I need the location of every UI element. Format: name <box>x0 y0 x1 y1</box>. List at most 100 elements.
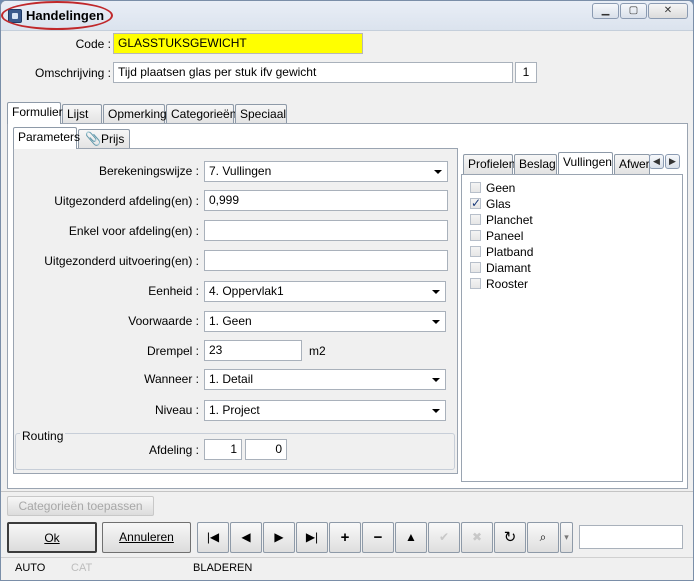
description-count: 1 <box>515 62 537 83</box>
add-icon[interactable]: + <box>329 522 361 553</box>
previous-record-icon[interactable]: ◀ <box>230 522 262 553</box>
voorwaarde-select[interactable]: 1. Geen <box>204 311 446 332</box>
tab-beslag[interactable]: Beslag <box>514 154 557 174</box>
chevron-down-icon <box>432 409 440 413</box>
up-icon[interactable]: ▲ <box>395 522 427 553</box>
chevron-down-icon <box>434 170 442 174</box>
wanneer-label: Wanneer : <box>144 372 199 386</box>
tab-formulier[interactable]: Formulier <box>7 102 63 124</box>
title-bar: Handelingen ▁ ▢ ✕ <box>1 1 693 31</box>
checkbox[interactable] <box>470 262 481 273</box>
categorieen-toepassen-button[interactable]: Categorieën toepassen <box>7 496 154 516</box>
drempel-unit: m2 <box>309 344 326 358</box>
tab-speciaal[interactable]: Speciaal <box>235 104 287 124</box>
tab-lijst[interactable]: Lijst <box>62 104 102 124</box>
berekeningswijze-value: 7. Vullingen <box>209 164 272 178</box>
enkel-afdeling-input[interactable] <box>204 220 448 241</box>
niveau-value: 1. Project <box>209 403 260 417</box>
code-field[interactable]: GLASSTUKSGEWICHT <box>113 33 363 54</box>
uitgezonderd-uitvoering-input[interactable] <box>204 250 448 271</box>
description-field[interactable]: Tijd plaatsen glas per stuk ifv gewicht <box>113 62 513 83</box>
code-label: Code : <box>75 37 111 51</box>
afdeling-input-2[interactable]: 0 <box>245 439 287 460</box>
eenheid-select[interactable]: 4. Oppervlak1 <box>204 281 446 302</box>
vulling-label: Geen <box>486 181 516 195</box>
next-record-icon[interactable]: ▶ <box>263 522 295 553</box>
tab-categorieen[interactable]: Categorieën <box>166 104 236 124</box>
berekeningswijze-label: Berekeningswijze : <box>98 164 199 178</box>
voorwaarde-value: 1. Geen <box>209 314 252 328</box>
uitgezonderd-afdeling-label: Uitgezonderd afdeling(en) : <box>54 194 199 208</box>
maximize-icon[interactable]: ▢ <box>620 3 647 19</box>
checkbox[interactable] <box>470 278 481 289</box>
delete-icon[interactable]: − <box>362 522 394 553</box>
title-highlight-ellipse <box>1 1 113 30</box>
enkel-afdeling-label: Enkel voor afdeling(en) : <box>68 224 199 238</box>
eenheid-value: 4. Oppervlak1 <box>209 284 284 298</box>
checkbox-checked[interactable] <box>470 195 481 211</box>
tab-prijs[interactable]: 📎 Prijs <box>78 129 130 149</box>
paperclip-icon: 📎 <box>85 131 102 146</box>
checkbox[interactable] <box>470 182 481 193</box>
eenheid-label: Eenheid : <box>148 284 199 298</box>
vulling-paneel[interactable]: Paneel <box>470 228 523 244</box>
checkbox[interactable] <box>470 214 481 225</box>
drempel-label: Drempel : <box>146 344 199 358</box>
chevron-down-icon <box>432 320 440 324</box>
vulling-glas[interactable]: Glas <box>470 195 511 212</box>
tab-opmerking[interactable]: Opmerking <box>103 104 167 124</box>
status-cat: CAT <box>71 562 93 574</box>
minimize-icon[interactable]: ▁ <box>592 3 619 19</box>
vulling-label: Diamant <box>486 261 531 275</box>
vulling-platband[interactable]: Platband <box>470 244 533 260</box>
tab-vullingen[interactable]: Vullingen <box>558 152 613 174</box>
last-record-icon[interactable]: ▶| <box>296 522 328 553</box>
confirm-icon[interactable]: ✔ <box>428 522 460 553</box>
wanneer-select[interactable]: 1. Detail <box>204 369 446 390</box>
afdeling-input-1[interactable]: 1 <box>204 439 242 460</box>
tab-prijs-label: Prijs <box>101 132 125 146</box>
close-icon[interactable]: ✕ <box>648 3 688 19</box>
vulling-label: Platband <box>486 245 534 259</box>
tab-parameters[interactable]: Parameters <box>13 127 80 149</box>
routing-label: Routing <box>20 429 66 443</box>
status-bladeren: BLADEREN <box>193 562 253 574</box>
vulling-planchet[interactable]: Planchet <box>470 212 533 228</box>
tab-scroll-left-icon[interactable]: ◀ <box>649 154 664 169</box>
window: Handelingen ▁ ▢ ✕ Code : GLASSTUKSGEWICH… <box>0 0 694 581</box>
chevron-down-icon <box>432 378 440 382</box>
drempel-input[interactable]: 23 <box>204 340 302 361</box>
dropdown-icon[interactable]: ▾ <box>560 522 573 553</box>
status-auto: AUTO <box>15 562 46 574</box>
first-record-icon[interactable]: |◀ <box>197 522 229 553</box>
voorwaarde-label: Voorwaarde : <box>128 314 199 328</box>
refresh-icon[interactable]: ↻ <box>494 522 526 553</box>
checkbox[interactable] <box>470 246 481 257</box>
niveau-select[interactable]: 1. Project <box>204 400 446 421</box>
berekeningswijze-select[interactable]: 7. Vullingen <box>204 161 448 182</box>
checkbox[interactable] <box>470 230 481 241</box>
cancel-icon[interactable]: ✖ <box>461 522 493 553</box>
binoculars-icon[interactable]: ⌕ <box>527 522 559 553</box>
tab-scroll-right-icon[interactable]: ▶ <box>665 154 680 169</box>
chevron-down-icon <box>432 290 440 294</box>
vullingen-panel: Geen Glas Planchet Paneel Platband Diama… <box>461 174 683 482</box>
vulling-geen[interactable]: Geen <box>470 180 515 196</box>
annuleren-label: Annuleren <box>119 530 174 544</box>
vulling-label: Glas <box>486 197 511 211</box>
wanneer-value: 1. Detail <box>209 372 254 386</box>
vulling-diamant[interactable]: Diamant <box>470 260 531 276</box>
vulling-label: Rooster <box>486 277 529 291</box>
search-input[interactable] <box>579 525 683 549</box>
separator <box>1 491 693 492</box>
description-label: Omschrijving : <box>34 66 111 80</box>
ok-button[interactable]: Ok <box>7 522 97 553</box>
status-separator <box>1 557 693 558</box>
vulling-label: Planchet <box>486 213 533 227</box>
annuleren-button[interactable]: Annuleren <box>102 522 191 553</box>
tab-afwerking[interactable]: Afwerl <box>614 154 650 174</box>
tab-profielen[interactable]: Profielen <box>463 154 515 174</box>
uitgezonderd-afdeling-input[interactable]: 0,999 <box>204 190 448 211</box>
uitgezonderd-uitvoering-label: Uitgezonderd uitvoering(en) : <box>44 254 199 268</box>
vulling-rooster[interactable]: Rooster <box>470 276 528 292</box>
